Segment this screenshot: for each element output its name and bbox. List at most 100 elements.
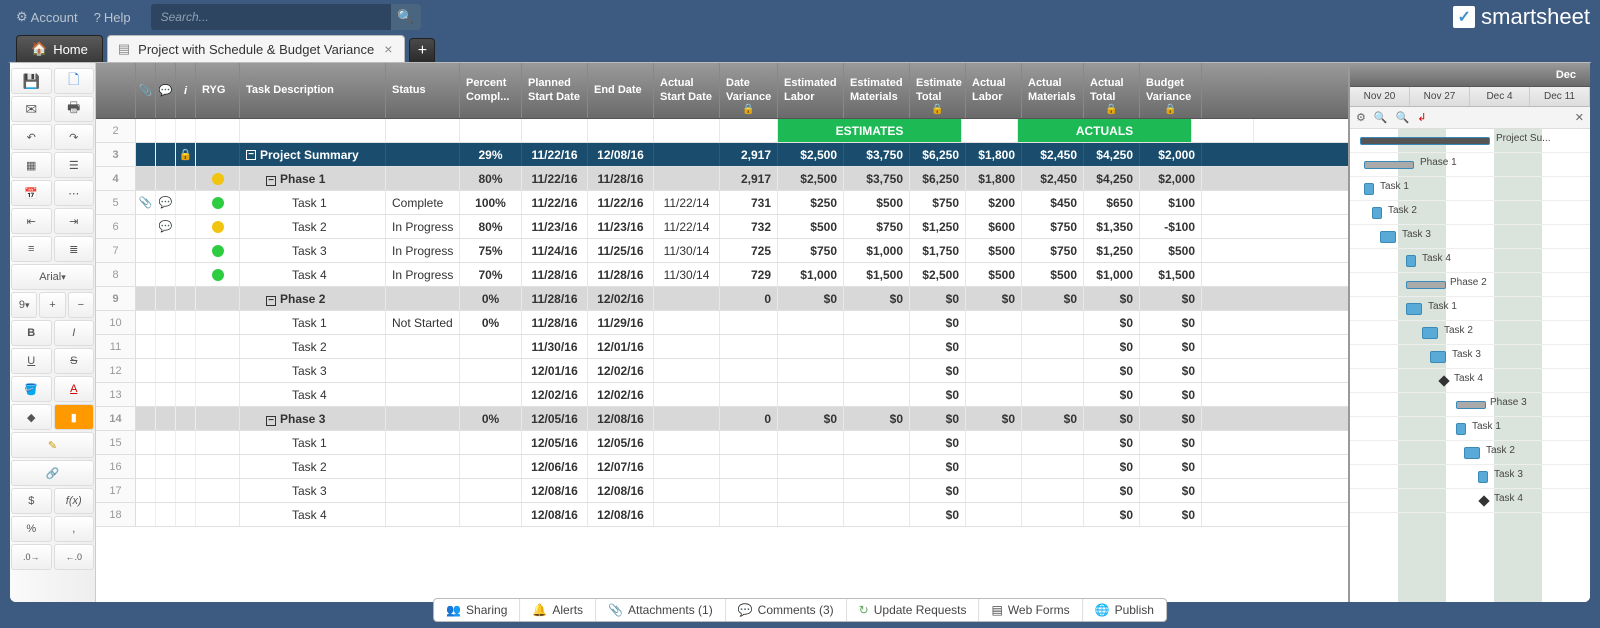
grid-cell[interactable]: $0: [910, 455, 966, 478]
grid-cell[interactable]: $1,250: [1084, 239, 1140, 262]
gantt-bar[interactable]: [1464, 447, 1480, 459]
gantt-week[interactable]: Dec 11: [1530, 87, 1590, 106]
grid-cell[interactable]: 12/07/16: [588, 455, 654, 478]
row-icon-cell[interactable]: [136, 311, 156, 334]
grid-cell[interactable]: [720, 503, 778, 526]
grid-cell[interactable]: 12/05/16: [588, 431, 654, 454]
dec-inc-button[interactable]: .0→: [11, 544, 52, 570]
grid-cell[interactable]: 0%: [460, 407, 522, 430]
grid-cell[interactable]: $0: [844, 287, 910, 310]
row-number[interactable]: 14: [96, 407, 136, 430]
ryg-cell[interactable]: [196, 455, 240, 478]
col-etot[interactable]: Estimate Total🔒: [910, 63, 966, 118]
row-number[interactable]: 2: [96, 119, 136, 142]
grid-cell[interactable]: $0: [778, 407, 844, 430]
grid-cell[interactable]: 12/02/16: [588, 383, 654, 406]
size-up-button[interactable]: +: [39, 292, 65, 318]
row-icon-cell[interactable]: [136, 143, 156, 166]
grid-cell[interactable]: $500: [966, 239, 1022, 262]
grid-cell[interactable]: 12/08/16: [588, 143, 654, 166]
row-icon-cell[interactable]: [176, 263, 196, 286]
gantt-row[interactable]: Phase 3: [1350, 393, 1590, 417]
row-icon-cell[interactable]: [176, 407, 196, 430]
row-icon-cell[interactable]: [176, 119, 196, 142]
grid-cell[interactable]: $750: [1022, 239, 1084, 262]
grid-cell[interactable]: 11/30/14: [654, 239, 720, 262]
grid-cell[interactable]: $0: [910, 431, 966, 454]
grid-cell[interactable]: [1022, 335, 1084, 358]
grid-cell[interactable]: [460, 359, 522, 382]
grid-row[interactable]: 7Task 3In Progress75%11/24/1611/25/1611/…: [96, 239, 1348, 263]
grid-cell[interactable]: $0: [1084, 287, 1140, 310]
col-astart[interactable]: Actual Start Date: [654, 63, 720, 118]
desc-cell[interactable]: Task 2: [240, 335, 386, 358]
grid-cell[interactable]: $0: [1140, 335, 1202, 358]
row-number[interactable]: 9: [96, 287, 136, 310]
row-icon-cell[interactable]: [156, 431, 176, 454]
gantt-bar[interactable]: [1406, 255, 1416, 267]
grid-cell[interactable]: 100%: [460, 191, 522, 214]
grid-cell[interactable]: $0: [1022, 407, 1084, 430]
grid-cell[interactable]: 70%: [460, 263, 522, 286]
row-icon-cell[interactable]: [176, 359, 196, 382]
row-icon-cell[interactable]: [176, 311, 196, 334]
grid-cell[interactable]: [778, 383, 844, 406]
gantt-row[interactable]: Task 3: [1350, 345, 1590, 369]
ryg-cell[interactable]: [196, 503, 240, 526]
grid-cell[interactable]: 75%: [460, 239, 522, 262]
desc-cell[interactable]: −Project Summary: [240, 143, 386, 166]
gantt-bar[interactable]: [1406, 281, 1446, 289]
grid-cell[interactable]: [966, 383, 1022, 406]
row-number[interactable]: 3: [96, 143, 136, 166]
col-dvar[interactable]: Date Variance🔒: [720, 63, 778, 118]
grid-cell[interactable]: $0: [966, 407, 1022, 430]
row-icon-cell[interactable]: [136, 503, 156, 526]
row-icon-cell[interactable]: [176, 287, 196, 310]
row-icon-cell[interactable]: [136, 167, 156, 190]
tab-webforms[interactable]: ▤Web Forms: [979, 599, 1082, 621]
grid-cell[interactable]: [386, 455, 460, 478]
grid-cell[interactable]: $0: [910, 287, 966, 310]
grid-cell[interactable]: $1,000: [778, 263, 844, 286]
ryg-cell[interactable]: [196, 143, 240, 166]
grid-cell[interactable]: $0: [1140, 479, 1202, 502]
row-icon-cell[interactable]: [156, 455, 176, 478]
grid-cell[interactable]: In Progress: [386, 215, 460, 238]
grid-cell[interactable]: 80%: [460, 215, 522, 238]
dec-dec-button[interactable]: ←.0: [54, 544, 95, 570]
gantt-row[interactable]: Task 1: [1350, 177, 1590, 201]
gantt-bar[interactable]: [1430, 351, 1446, 363]
ryg-cell[interactable]: [196, 431, 240, 454]
row-icon-cell[interactable]: [176, 503, 196, 526]
grid-cell[interactable]: $0: [910, 503, 966, 526]
calendar-button[interactable]: 📅: [11, 180, 52, 206]
grid-cell[interactable]: $0: [1084, 407, 1140, 430]
col-elab[interactable]: Estimated Labor: [778, 63, 844, 118]
grid-cell[interactable]: $650: [1084, 191, 1140, 214]
grid-cell[interactable]: $500: [844, 191, 910, 214]
grid-cell[interactable]: $600: [966, 215, 1022, 238]
row-icon-cell[interactable]: 📎: [136, 191, 156, 214]
italic-button[interactable]: I: [54, 320, 95, 346]
gantt-row[interactable]: Task 1: [1350, 417, 1590, 441]
gantt-body[interactable]: Project Su...Phase 1Task 1Task 2Task 3Ta…: [1350, 129, 1590, 602]
grid-cell[interactable]: [844, 503, 910, 526]
grid-cell[interactable]: [966, 455, 1022, 478]
grid-cell[interactable]: $750: [778, 239, 844, 262]
tab-attachments[interactable]: 📎Attachments (1): [596, 599, 726, 621]
grid-cell[interactable]: $0: [1140, 359, 1202, 382]
grid-cell[interactable]: $0: [1140, 431, 1202, 454]
grid-cell[interactable]: $2,450: [1022, 167, 1084, 190]
grid-cell[interactable]: $0: [1084, 311, 1140, 334]
desc-cell[interactable]: Task 2: [240, 215, 386, 238]
file-button[interactable]: 🗋: [54, 68, 95, 94]
grid-cell[interactable]: 11/29/16: [588, 311, 654, 334]
row-icon-cell[interactable]: [176, 431, 196, 454]
grid-cell[interactable]: $0: [910, 335, 966, 358]
gantt-row[interactable]: Task 4: [1350, 369, 1590, 393]
grid-cell[interactable]: [386, 335, 460, 358]
grid-cell[interactable]: 2,917: [720, 143, 778, 166]
grid-cell[interactable]: 12/02/16: [588, 287, 654, 310]
grid-cell[interactable]: $250: [778, 191, 844, 214]
gantt-bar[interactable]: [1456, 401, 1486, 409]
